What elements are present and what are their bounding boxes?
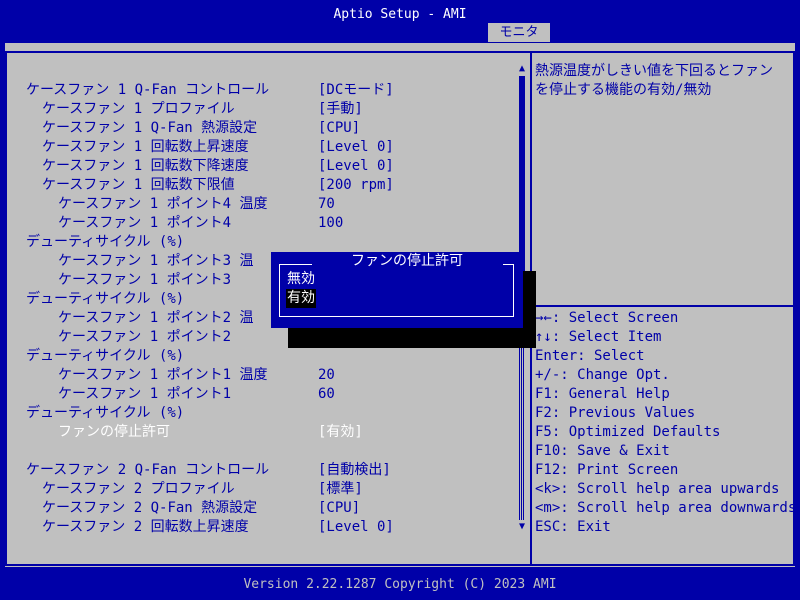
option-popup: ファンの停止許可 無効 有効: [271, 252, 523, 328]
setting-row[interactable]: ケースファン 1 ポイント1 60: [0, 385, 516, 404]
setting-value[interactable]: [標準]: [318, 480, 363, 499]
panel-bottom-border: [5, 564, 795, 566]
setting-row[interactable]: ケースファン 1 回転数下限値 [200 rpm]: [0, 176, 516, 195]
key-legend: →←: Select Screen ↑↓: Select Item Enter: S…: [535, 309, 797, 537]
setting-value[interactable]: 70: [318, 195, 335, 214]
setting-row[interactable]: ケースファン 1 Q-Fan 熱源設定 [CPU]: [0, 119, 516, 138]
setting-label: ケースファン 1 ポイント2 温: [58, 310, 254, 326]
setting-label: ケースファン 1 回転数下限値: [42, 177, 235, 193]
setting-label: デューティサイクル (%): [26, 234, 185, 250]
popup-title: ファンの停止許可: [351, 253, 463, 269]
setting-value[interactable]: [自動検出]: [318, 461, 391, 480]
setting-row[interactable]: ケースファン 1 ポイント1 温度 20: [0, 366, 516, 385]
setting-row[interactable]: ケースファン 1 ポイント4 温度 70: [0, 195, 516, 214]
setting-row[interactable]: ケースファン 1 Q-Fan コントロール [DCモード]: [0, 81, 516, 100]
panel-top-border: [5, 51, 795, 53]
help-description: 熱源温度がしきい値を下回るとファンを停止する機能の有効/無効: [535, 63, 773, 98]
setting-value[interactable]: [有効]: [318, 423, 363, 442]
setting-label: デューティサイクル (%): [26, 348, 185, 364]
popup-option[interactable]: 有効: [286, 289, 316, 308]
key-hint: ↑↓: Select Item: [535, 329, 662, 345]
version-footer: Version 2.22.1287 Copyright (C) 2023 AMI: [0, 575, 800, 600]
setting-label: ケースファン 1 ポイント4 温度: [58, 196, 268, 212]
setting-row[interactable]: ケースファン 1 ポイント4 100: [0, 214, 516, 233]
tab-monitor[interactable]: モニタ: [488, 23, 550, 42]
setting-row[interactable]: ケースファン 2 Q-Fan コントロール [自動検出]: [0, 461, 516, 480]
setting-label: ファンの停止許可: [58, 424, 170, 440]
key-hint: F1: General Help: [535, 386, 670, 402]
setting-row[interactable]: ケースファン 1 回転数上昇速度 [Level 0]: [0, 138, 516, 157]
setting-value[interactable]: [Level 0]: [318, 138, 394, 157]
key-hint: F12: Print Screen: [535, 462, 679, 478]
setting-row[interactable]: ケースファン 1 プロファイル [手動]: [0, 100, 516, 119]
key-hint: ESC: Exit: [535, 519, 611, 535]
setting-label: ケースファン 1 ポイント3: [58, 272, 232, 288]
setting-row[interactable]: ケースファン 2 Q-Fan 熱源設定 [CPU]: [0, 499, 516, 518]
setting-row: デューティサイクル (%): [0, 233, 516, 252]
key-hint: +/-: Change Opt.: [535, 367, 670, 383]
setting-label: デューティサイクル (%): [26, 405, 185, 421]
key-hint: Enter: Select: [535, 348, 645, 364]
setting-row: [0, 442, 516, 461]
scroll-thumb[interactable]: [519, 76, 525, 280]
setting-label: ケースファン 2 回転数上昇速度: [42, 519, 249, 535]
setting-value[interactable]: [200 rpm]: [318, 176, 394, 195]
setting-value[interactable]: [手動]: [318, 100, 363, 119]
setting-label: ケースファン 1 ポイント1 温度: [58, 367, 268, 383]
setting-value[interactable]: [CPU]: [318, 499, 360, 518]
setting-label: ケースファン 1 回転数上昇速度: [42, 139, 249, 155]
setting-value[interactable]: [DCモード]: [318, 81, 394, 100]
setting-label: ケースファン 1 Q-Fan 熱源設定: [42, 120, 258, 136]
setting-label: ケースファン 1 Q-Fan コントロール: [26, 82, 270, 98]
key-hint: →←: Select Screen: [535, 310, 679, 326]
key-hint: F2: Previous Values: [535, 405, 696, 421]
popup-option[interactable]: 無効: [287, 270, 315, 289]
setting-value[interactable]: 100: [318, 214, 343, 233]
setting-row[interactable]: ファンの停止許可 [有効]: [0, 423, 516, 442]
setting-label: ケースファン 1 ポイント1: [58, 386, 232, 402]
setting-value[interactable]: [Level 0]: [318, 518, 394, 537]
window-title: Aptio Setup - AMI: [0, 0, 800, 22]
setting-label: ケースファン 1 ポイント3 温: [58, 253, 254, 269]
setting-label: ケースファン 2 Q-Fan コントロール: [26, 462, 270, 478]
scroll-up-icon[interactable]: ▲: [516, 62, 528, 76]
setting-value[interactable]: [Level 0]: [318, 157, 394, 176]
setting-row[interactable]: ケースファン 1 回転数下降速度 [Level 0]: [0, 157, 516, 176]
setting-value[interactable]: 60: [318, 385, 335, 404]
setting-row: デューティサイクル (%): [0, 404, 516, 423]
key-hint: <k>: Scroll help area upwards: [535, 481, 780, 497]
setting-value[interactable]: 20: [318, 366, 335, 385]
key-hint: <m>: Scroll help area downwards: [535, 500, 797, 516]
key-hint: F5: Optimized Defaults: [535, 424, 721, 440]
setting-label: ケースファン 2 Q-Fan 熱源設定: [42, 500, 258, 516]
setting-label: デューティサイクル (%): [26, 291, 185, 307]
setting-row[interactable]: ケースファン 2 プロファイル [標準]: [0, 480, 516, 499]
help-divider: [530, 305, 795, 307]
setting-label: ケースファン 1 回転数下降速度: [42, 158, 249, 174]
setting-value[interactable]: [CPU]: [318, 119, 360, 138]
key-hint: F10: Save & Exit: [535, 443, 670, 459]
setting-row: デューティサイクル (%): [0, 347, 516, 366]
setting-label: ケースファン 1 ポイント2: [58, 329, 232, 345]
setting-label: ケースファン 1 プロファイル: [42, 101, 235, 117]
setting-row[interactable]: ケースファン 2 回転数上昇速度 [Level 0]: [0, 518, 516, 537]
scroll-down-icon[interactable]: ▼: [516, 520, 528, 534]
setting-label: ケースファン 2 プロファイル: [42, 481, 235, 497]
setting-label: ケースファン 1 ポイント4: [58, 215, 232, 231]
